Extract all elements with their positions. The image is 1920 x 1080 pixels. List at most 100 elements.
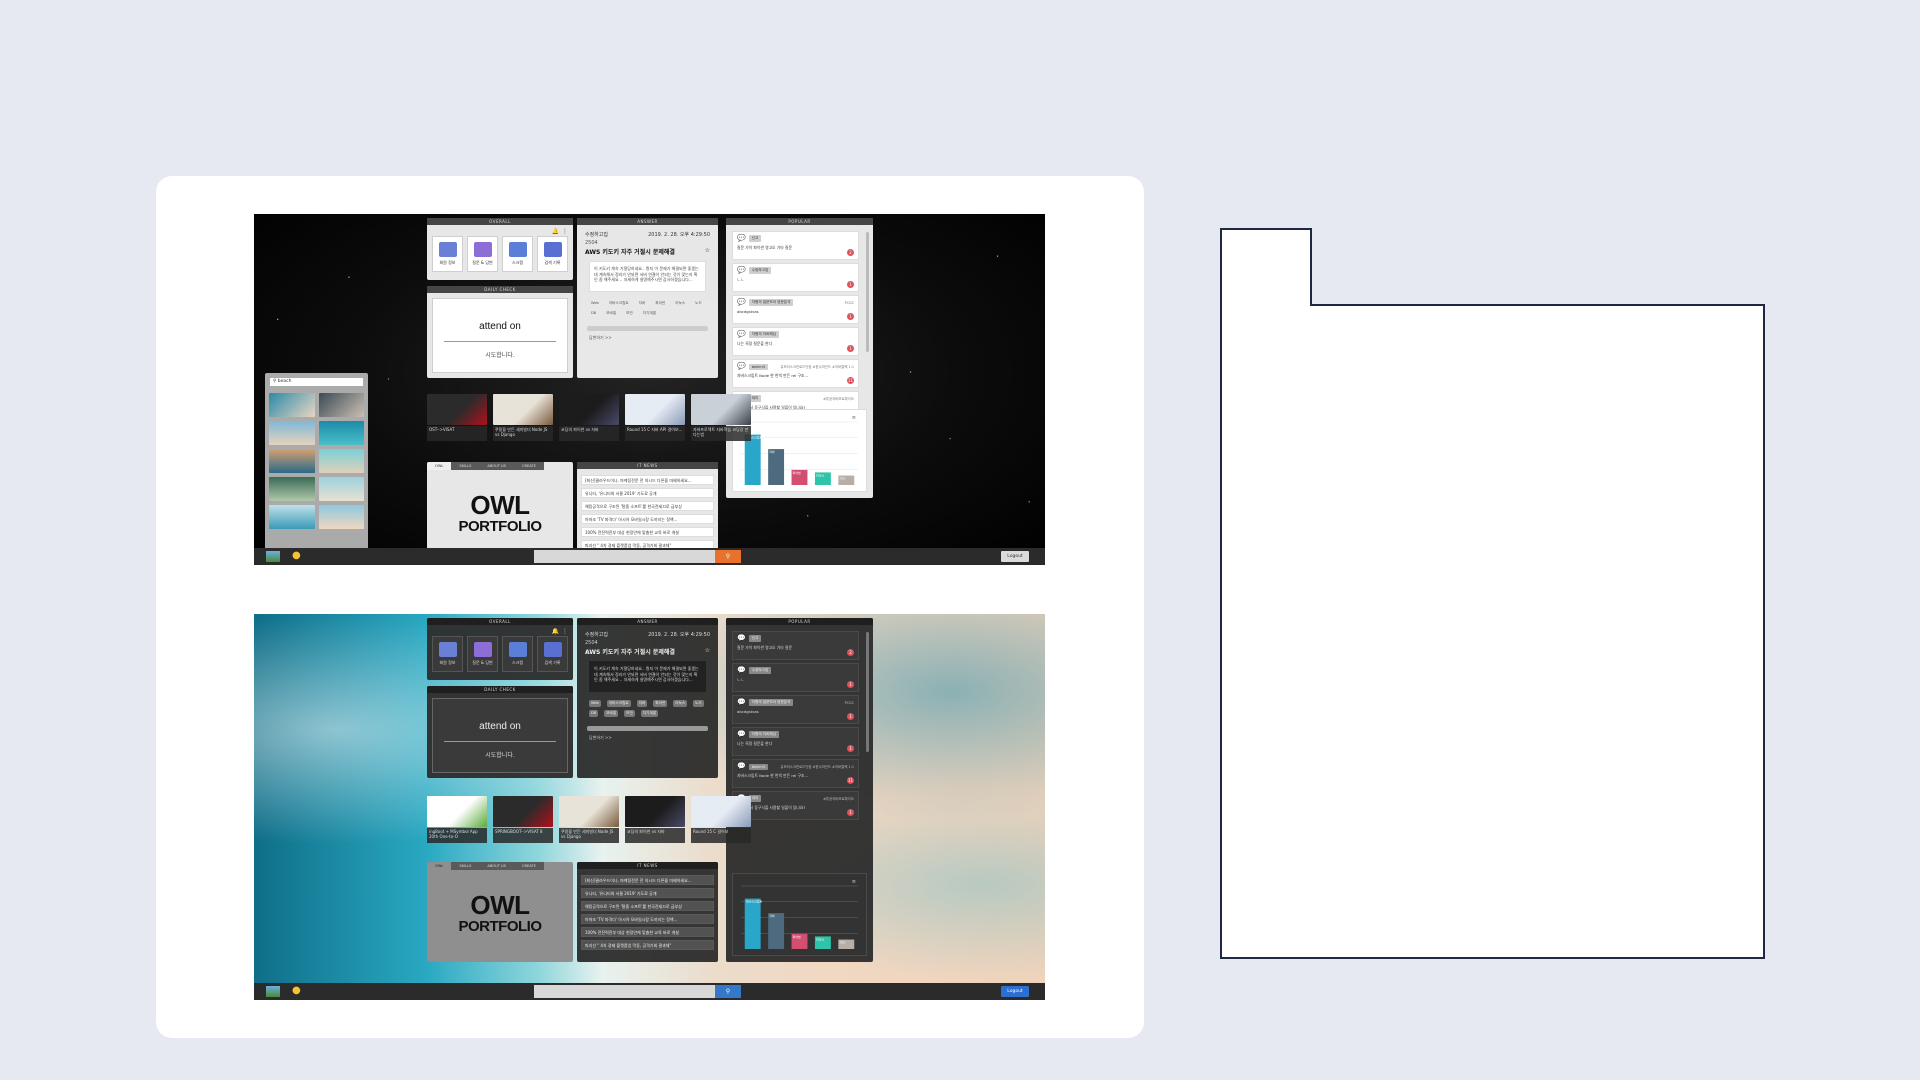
- answer-tag[interactable]: 파이썬: [653, 300, 667, 307]
- image-result[interactable]: [269, 393, 315, 417]
- lightbulb-icon[interactable]: ●: [292, 985, 302, 997]
- favorite-button[interactable]: 질문 & 답변: [467, 236, 498, 272]
- favorite-button[interactable]: 질문 & 답변: [467, 636, 498, 672]
- video-card[interactable]: 코딩의 파이썬 vs 자바: [625, 796, 685, 843]
- chart-bar[interactable]: [768, 913, 785, 949]
- image-result[interactable]: [318, 393, 364, 417]
- answer-tag[interactable]: 자기계발: [640, 710, 659, 717]
- video-card[interactable]: 코딩의 파이썬 vs 자바: [559, 394, 619, 441]
- popular-item[interactable]: 💬 bekim3 유모리스크린로드닷컴 #한수마인드 #자바컬렉 1:1 자바스크립트…: [732, 359, 859, 388]
- search-button[interactable]: ⚲: [715, 985, 741, 998]
- favorite-button[interactable]: 회원 정보: [432, 636, 463, 672]
- answer-title[interactable]: AWS 키도키 자주 거절시 문제해결: [585, 247, 675, 256]
- answer-tag[interactable]: DB: [589, 310, 598, 317]
- answer-tag[interactable]: 보안: [624, 710, 635, 717]
- favorite-button[interactable]: 검색 기록: [537, 236, 568, 272]
- portfolio-tab[interactable]: SKILLS: [451, 862, 480, 870]
- search-button[interactable]: ⚲: [715, 550, 741, 563]
- image-result[interactable]: [269, 505, 315, 529]
- news-item[interactable]: 유니티, '유니티와 서울 2019' 기도료 공개: [581, 488, 714, 498]
- popular-scrollbar[interactable]: [866, 232, 869, 352]
- news-item[interactable]: 유니티, '유니티와 서울 2019' 기도료 공개: [581, 888, 714, 898]
- answer-tag[interactable]: 자바: [636, 700, 648, 707]
- logout-button[interactable]: Logout: [1001, 986, 1029, 997]
- chart-bar[interactable]: [768, 449, 785, 485]
- news-item[interactable]: 해킹공격으로 구조된 '탈중 소프트'를 한국전세끄로 급부상: [581, 501, 714, 511]
- video-card[interactable]: Round 15 C 걸어보: [691, 796, 751, 843]
- image-app-icon[interactable]: [266, 986, 280, 997]
- answer-tag[interactable]: 자바스크립트: [607, 300, 631, 307]
- answer-tag[interactable]: 자바스크립트: [606, 700, 631, 707]
- answer-tag[interactable]: DB: [589, 710, 599, 717]
- answer-tag[interactable]: 자기계발: [641, 310, 658, 317]
- star-icon[interactable]: ☆: [705, 647, 710, 656]
- portfolio-tab[interactable]: ABOUT US: [479, 462, 514, 470]
- portfolio-tab[interactable]: CREATE: [513, 862, 544, 870]
- image-result[interactable]: [318, 477, 364, 501]
- favorite-button[interactable]: 검색 기록: [537, 636, 568, 672]
- news-item[interactable]: [최신]클라우드이나, 마케팅전문 전 의시드 다른을 마제하세요...: [581, 475, 714, 485]
- news-item[interactable]: 아마조 'TV 파격다' 아시아 모바일시장 도끼리는 정책...: [581, 514, 714, 524]
- video-card[interactable]: 쿠팡을 만든 세미빌더 Node JS vs Django: [559, 796, 619, 843]
- news-item[interactable]: 100% 전전력전부 대상 현장안에 맞춤한 교육 바로 개설: [581, 927, 714, 937]
- search-input[interactable]: [534, 550, 715, 563]
- video-card[interactable]: 쿠팡을 만든 세미빌더 Node JS vs Django: [493, 394, 553, 441]
- chart-bar[interactable]: [744, 434, 761, 485]
- popular-item[interactable]: 💬 자평의 질문모아 영문분석 PCGC abcdgstvas 1: [732, 695, 859, 724]
- bell-icon[interactable]: 🔔: [552, 628, 559, 635]
- news-item[interactable]: [최신]클라우드이나, 마케팅전문 전 의시드 다른을 마제하세요...: [581, 875, 714, 885]
- answer-link[interactable]: 답변하기 >>: [577, 331, 718, 345]
- popular-item[interactable]: 💬 자평의 질문모아 영문분석 PCGC abcdgstvas 1: [732, 295, 859, 324]
- info-icon[interactable]: ⋮: [562, 628, 568, 635]
- info-icon[interactable]: ⋮: [562, 228, 568, 235]
- daily-check-box[interactable]: attend on 시도합니다.: [432, 698, 568, 773]
- image-result[interactable]: [269, 421, 315, 445]
- news-item[interactable]: 아마조 'TV 파격다' 아시아 모바일시장 도끼리는 정책...: [581, 914, 714, 924]
- answer-tag[interactable]: 리눅스: [673, 700, 688, 707]
- answer-tag[interactable]: 노드: [693, 700, 704, 707]
- favorite-button[interactable]: 스크랩: [502, 636, 533, 672]
- portfolio-content[interactable]: OWL PORTFOLIO: [432, 874, 568, 957]
- favorite-button[interactable]: 스크랩: [502, 236, 533, 272]
- popular-item[interactable]: 💬 신고 질문 가이 파이썬 영고오 기타 질문 2: [732, 231, 859, 260]
- star-icon[interactable]: ☆: [705, 247, 710, 256]
- news-item[interactable]: 해킹공격으로 구조된 '탈중 소프트'를 한국전세끄로 급부상: [581, 901, 714, 911]
- video-card[interactable]: OST-->VISAT: [427, 394, 487, 441]
- popular-item[interactable]: 💬대리#튜공자바보로파이오 java 에서 웅구식을 사용할 일을이 있나요? 1: [732, 791, 859, 820]
- popular-item[interactable]: 💬 수정하고집 ㄴㄴ 1: [732, 263, 859, 292]
- window-tab[interactable]: [1220, 228, 1312, 306]
- image-result[interactable]: [318, 449, 364, 473]
- answer-tag[interactable]: 노드: [693, 300, 704, 307]
- favorite-button[interactable]: 회원 정보: [432, 236, 463, 272]
- popular-item[interactable]: 💬 bekim3 유모리스크린로드닷컴 #한수마인드 #자바컬렉 1:1 자바스크립트…: [732, 759, 859, 788]
- image-result[interactable]: [269, 449, 315, 473]
- logout-button[interactable]: Logout: [1001, 551, 1029, 562]
- portfolio-tab[interactable]: SKILLS: [451, 462, 480, 470]
- portfolio-tab[interactable]: ABOUT US: [479, 862, 514, 870]
- answer-tag[interactable]: 리눅스: [673, 300, 687, 307]
- answer-tag[interactable]: 보안: [624, 310, 635, 317]
- daily-check-box[interactable]: attend on 시도합니다.: [432, 298, 568, 373]
- image-result[interactable]: [318, 505, 364, 529]
- image-search-input[interactable]: ⚲ beach: [269, 377, 364, 387]
- portfolio-tab[interactable]: CREATE: [513, 462, 544, 470]
- lightbulb-icon[interactable]: ●: [292, 550, 302, 562]
- popular-item[interactable]: 💬 수정하고집 ㄴㄴ 1: [732, 663, 859, 692]
- image-result[interactable]: [269, 477, 315, 501]
- answer-title[interactable]: AWS 키도키 자주 거절시 문제해결: [585, 647, 675, 656]
- image-result[interactable]: [318, 421, 364, 445]
- video-card[interactable]: ingBoot + MSymbol App 20th One-to-O: [427, 796, 487, 843]
- answer-user[interactable]: 수정하고집: [585, 631, 608, 638]
- answer-link[interactable]: 답변하기 >>: [577, 731, 718, 745]
- answer-tag[interactable]: 모바일: [604, 310, 618, 317]
- popular-item[interactable]: 💬 신고 질문 가이 파이썬 영고오 기타 질문 2: [732, 631, 859, 660]
- answer-tag[interactable]: Web: [589, 700, 601, 707]
- video-card[interactable]: SPRINGBOOT-->VISAT 8: [493, 796, 553, 843]
- popular-item[interactable]: 💬 자평의 자바해님 나는 옥정 질문을 한다 1: [732, 327, 859, 356]
- answer-user[interactable]: 수정하고집: [585, 231, 608, 238]
- portfolio-content[interactable]: OWL PORTFOLIO: [432, 474, 568, 557]
- news-item[interactable]: 파괴선 " 4차 경제 플랫폼업 막동, 공격기회 결과채": [581, 940, 714, 950]
- chart-menu-icon[interactable]: ≡: [852, 415, 856, 421]
- portfolio-tab[interactable]: OWL: [427, 862, 452, 870]
- answer-tag[interactable]: 모바일: [604, 710, 619, 717]
